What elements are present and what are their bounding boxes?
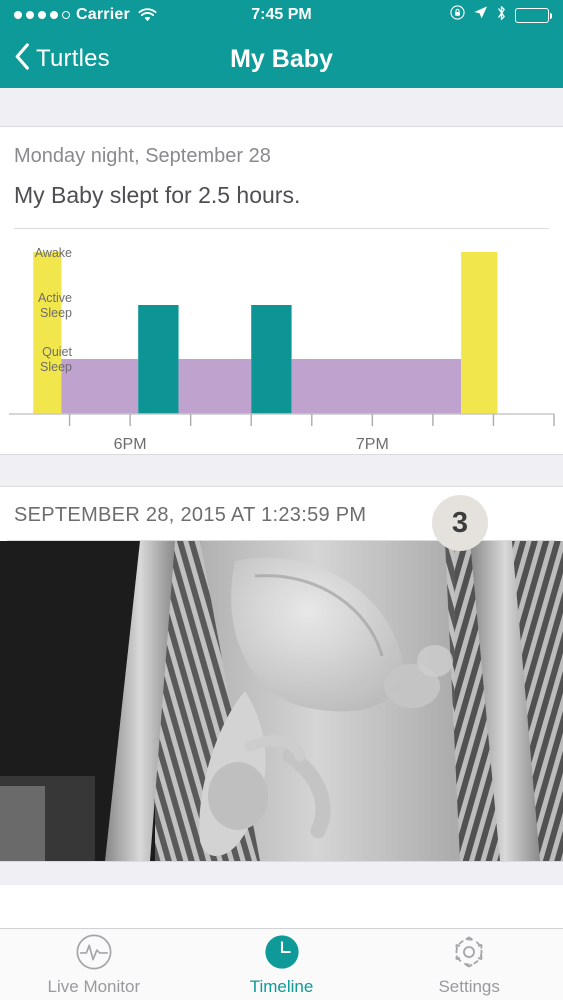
chart-bar [138, 305, 179, 415]
night-vision-photo[interactable] [0, 541, 563, 862]
photo-event-card[interactable]: 3 SEPTEMBER 28, 2015 AT 1:23:59 PM [0, 487, 563, 862]
status-bar-right [450, 5, 552, 26]
tab-timeline[interactable]: Timeline [188, 929, 376, 1000]
event-count-badge: 3 [432, 495, 488, 552]
sleep-card-subtitle: Monday night, September 28 [14, 145, 271, 167]
list-section-gap-bottom [0, 861, 563, 886]
location-arrow-icon [473, 5, 488, 25]
signal-strength-icon [14, 11, 70, 19]
chart-bar [251, 305, 292, 415]
back-button-label: Turtles [36, 45, 110, 72]
carrier-label: Carrier [76, 6, 130, 23]
battery-icon [515, 7, 552, 23]
list-section-spacer [0, 88, 563, 127]
sleep-stage-chart: 6PM 7PM Awake Active Sleep Quiet Sleep [0, 229, 563, 454]
chart-y-label: Sleep [40, 360, 72, 374]
tab-bar: Live Monitor Timeline Settings [0, 928, 563, 1000]
chart-bar [178, 359, 252, 415]
tab-label-timeline: Timeline [249, 977, 314, 996]
tab-label-settings: Settings [438, 977, 500, 996]
chart-y-label: Awake [35, 246, 72, 260]
night-vision-photo-graphic [0, 541, 563, 862]
chart-y-label: Active [38, 291, 72, 305]
chart-bar [291, 359, 462, 415]
status-bar: Carrier 7:45 PM [0, 0, 563, 30]
status-bar-left: Carrier [14, 6, 157, 24]
chart-y-label: Quiet [42, 345, 72, 359]
timeline-scroll-view[interactable]: Monday night, September 28 My Baby slept… [0, 88, 563, 928]
chart-bar [33, 252, 62, 415]
chevron-left-icon [14, 43, 30, 75]
back-button[interactable]: Turtles [14, 43, 110, 75]
wifi-icon [138, 7, 157, 23]
bluetooth-icon [496, 5, 507, 26]
list-section-gap [0, 454, 563, 488]
navigation-bar: Turtles My Baby [0, 30, 563, 88]
gear-icon [450, 932, 488, 972]
chart-x-label: 6PM [114, 436, 147, 453]
alarm-lock-icon [450, 5, 465, 25]
sleep-card-title: My Baby slept for 2.5 hours. [14, 182, 301, 208]
tab-settings[interactable]: Settings [375, 929, 563, 1000]
chart-bar [461, 252, 498, 415]
clock-icon [263, 932, 301, 972]
tab-live-monitor[interactable]: Live Monitor [0, 929, 188, 1000]
chart-bar [61, 359, 139, 415]
sleep-summary-card[interactable]: Monday night, September 28 My Baby slept… [0, 127, 563, 455]
sleep-stage-chart-svg: 6PM 7PMAwakeActiveSleepQuietSleep [9, 246, 555, 453]
chart-x-label: 7PM [356, 436, 389, 453]
waveform-circle-icon [75, 932, 113, 972]
tab-label-live-monitor: Live Monitor [47, 977, 141, 996]
sleep-card-header: Monday night, September 28 My Baby slept… [0, 127, 563, 211]
chart-y-label: Sleep [40, 306, 72, 320]
